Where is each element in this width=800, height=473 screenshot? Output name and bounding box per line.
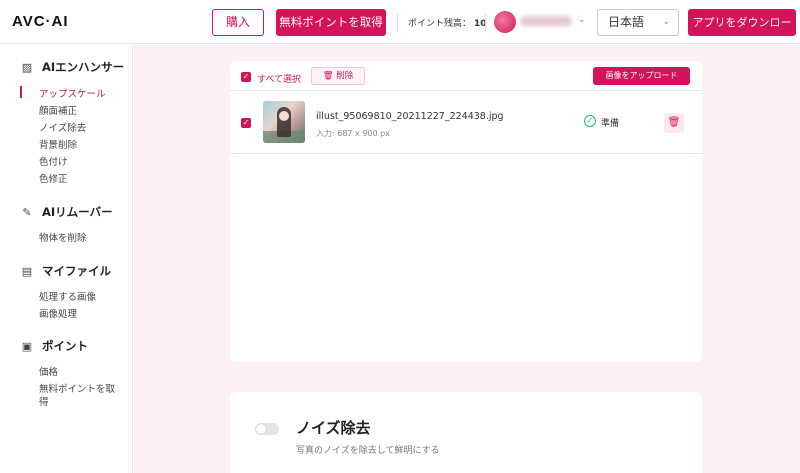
sidebar-section-ai-remover[interactable]: ✎ AIリムーバー — [20, 204, 112, 220]
points-balance: ポイント残高： 10 — [408, 16, 487, 29]
user-name-blurred[interactable] — [520, 16, 572, 26]
upload-image-button[interactable]: 画像をアップロード — [593, 67, 690, 85]
file-size: 入力: 687 x 900 px — [316, 129, 390, 138]
select-all-label[interactable]: すべて選択 — [257, 72, 301, 85]
sidebar-item-image-processing[interactable]: 画像処理 — [39, 306, 77, 320]
get-free-points-button[interactable]: 無料ポイントを取得 — [276, 9, 386, 36]
sidebar-item-noise-removal[interactable]: ノイズ除去 — [39, 120, 86, 134]
trash-icon: 🗑 — [667, 117, 681, 128]
delete-label: 削除 — [336, 71, 354, 81]
chevron-down-icon[interactable]: ⌄ — [578, 15, 586, 25]
main-area: ✓ すべて選択 🗑 削除 画像をアップロード ✓ illust_95069810… — [134, 45, 800, 473]
points-label: ポイント残高： — [408, 19, 472, 29]
download-app-button[interactable]: アプリをダウンロード — [688, 9, 796, 56]
check-circle-icon: ✓ — [584, 115, 596, 127]
edit-icon: ✎ — [22, 206, 32, 219]
sidebar-item-color-correction[interactable]: 色修正 — [39, 171, 68, 185]
file-thumbnail — [263, 101, 305, 143]
sidebar: ▨ AIエンハンサー アップスケール 顔面補正 ノイズ除去 背景削除 色付け 色修… — [0, 45, 133, 473]
language-select[interactable]: 日本語 ⌄ — [597, 9, 679, 36]
sidebar-item-upscale[interactable]: アップスケール — [39, 86, 106, 100]
avatar[interactable] — [494, 11, 516, 33]
delete-file-button[interactable]: 🗑 — [664, 113, 684, 133]
noise-removal-toggle[interactable] — [255, 423, 279, 435]
file-icon: ▤ — [21, 265, 33, 278]
header-divider — [397, 14, 398, 32]
top-header: AVC·AI 購入 無料ポイントを取得 ポイント残高： 10 ⌄ 日本語 ⌄ アプ… — [0, 0, 800, 56]
trash-icon: 🗑 — [322, 71, 334, 81]
logo[interactable]: AVC·AI — [12, 13, 69, 30]
chevron-down-icon: ⌄ — [662, 17, 670, 27]
sidebar-item-remove-object[interactable]: 物体を削除 — [39, 230, 87, 244]
sidebar-section-my-files[interactable]: ▤ マイファイル — [20, 263, 111, 279]
file-name: illust_95069810_20211227_224438.jpg — [316, 111, 504, 122]
file-checkbox[interactable]: ✓ — [241, 118, 251, 128]
file-row: ✓ illust_95069810_20211227_224438.jpg 入力… — [230, 92, 702, 154]
sidebar-item-pricing[interactable]: 価格 — [39, 364, 58, 378]
noise-removal-description: 写真のノイズを除去して鮮明にする — [296, 446, 440, 456]
active-indicator — [20, 86, 22, 98]
sidebar-item-free-points-wrap[interactable]: 得 — [39, 394, 49, 408]
header-divider — [485, 14, 486, 32]
file-list-card: ✓ すべて選択 🗑 削除 画像をアップロード ✓ illust_95069810… — [230, 61, 702, 362]
sidebar-item-colorize[interactable]: 色付け — [39, 154, 68, 168]
sidebar-section-ai-enhancer[interactable]: ▨ AIエンハンサー — [20, 59, 124, 75]
sidebar-item-free-points[interactable]: 無料ポイントを取 — [39, 381, 115, 395]
noise-removal-title: ノイズ除去 — [296, 419, 371, 437]
sidebar-item-background-removal[interactable]: 背景削除 — [39, 137, 77, 151]
file-status: 準備 — [601, 119, 620, 129]
sidebar-item-images-to-process[interactable]: 処理する画像 — [39, 289, 96, 303]
wallet-icon: ▣ — [21, 340, 33, 353]
noise-removal-card: ノイズ除去 写真のノイズを除去して鮮明にする — [230, 392, 702, 473]
buy-button[interactable]: 購入 — [212, 9, 264, 36]
sidebar-section-points[interactable]: ▣ ポイント — [20, 338, 88, 354]
file-toolbar: ✓ すべて選択 🗑 削除 画像をアップロード — [230, 61, 702, 91]
sidebar-item-face-correction[interactable]: 顔面補正 — [39, 103, 77, 117]
language-value: 日本語 — [608, 15, 645, 29]
delete-button[interactable]: 🗑 削除 — [311, 67, 365, 85]
image-icon: ▨ — [21, 61, 33, 74]
select-all-checkbox[interactable]: ✓ — [241, 72, 251, 82]
